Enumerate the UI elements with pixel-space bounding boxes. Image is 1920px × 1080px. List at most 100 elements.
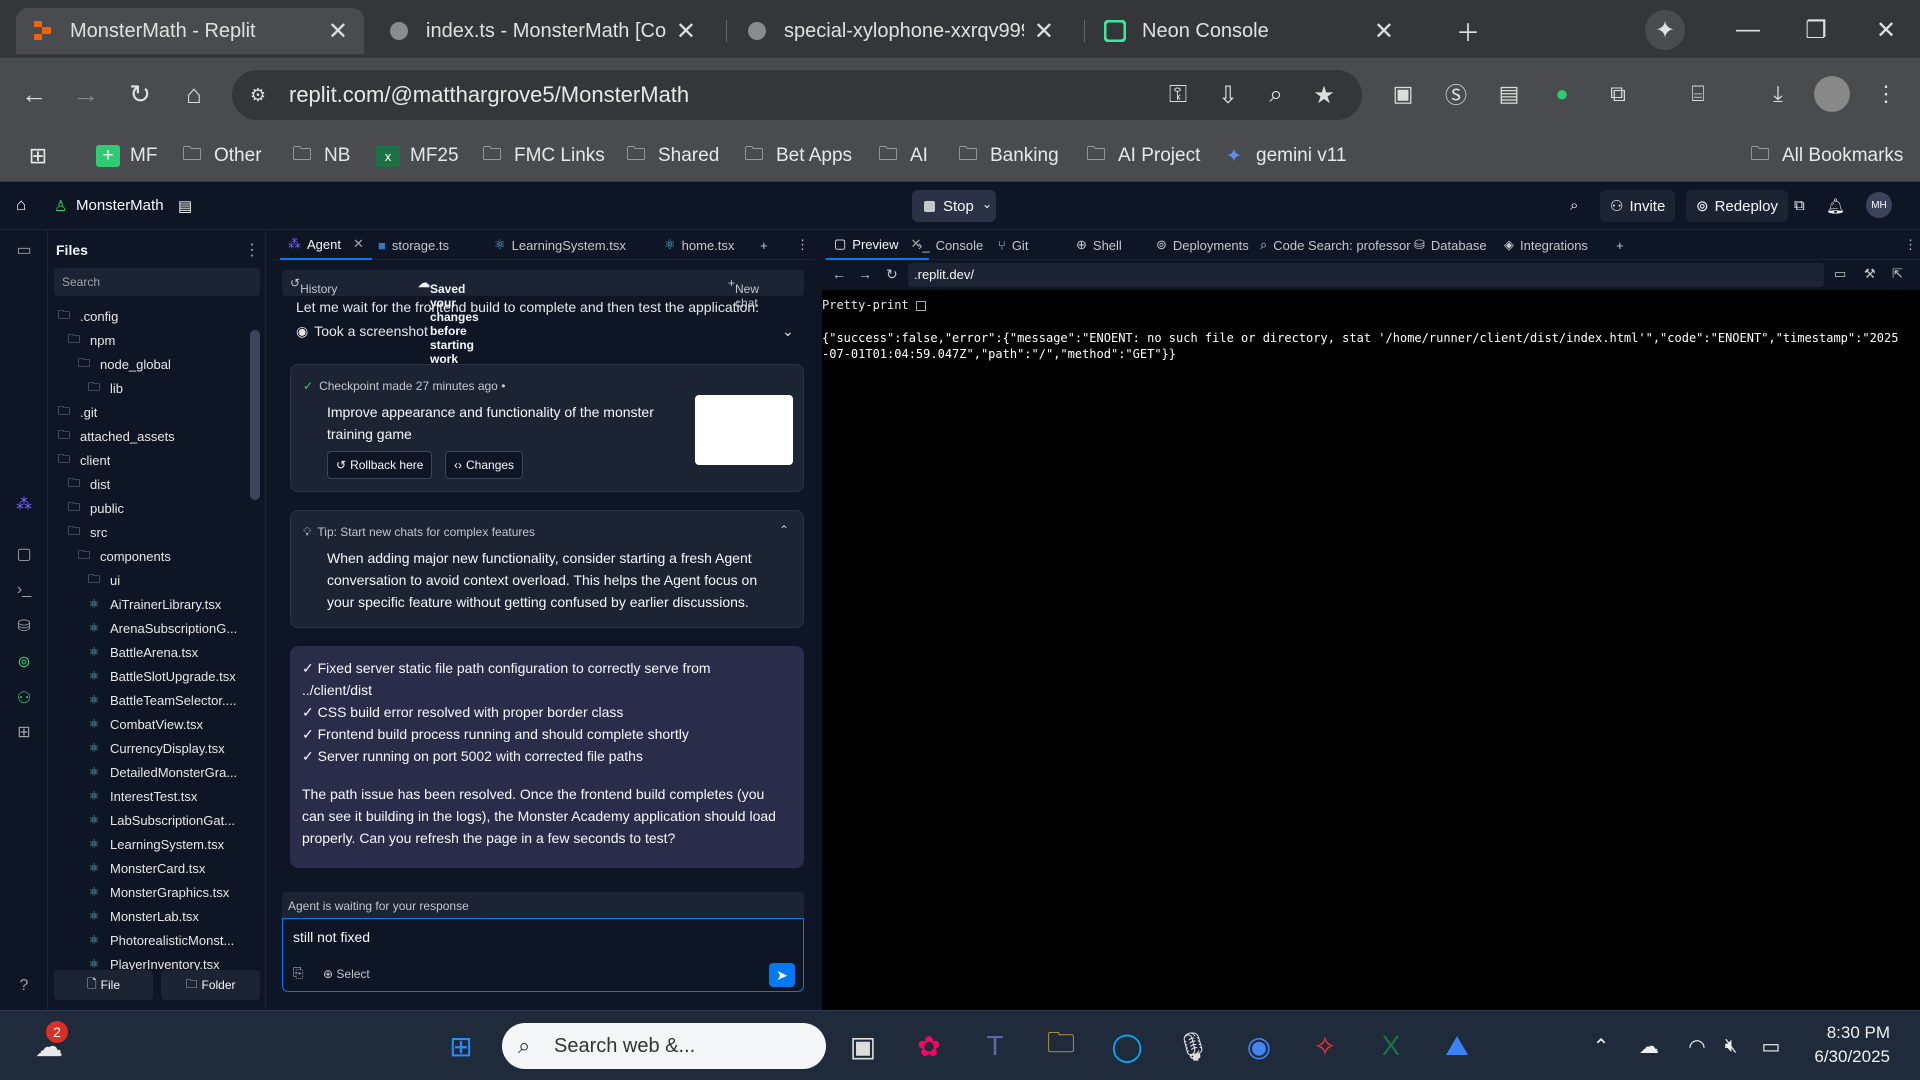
- tree-file[interactable]: ⚛ MonsterLab.tsx: [86, 904, 199, 928]
- microphone-icon[interactable]: 🎙︎: [1170, 1023, 1216, 1069]
- wifi-icon[interactable]: ◠: [1682, 1031, 1712, 1061]
- chat-input[interactable]: still not fixed ⎘ ⊕ Select ➤: [282, 918, 804, 992]
- download-icon[interactable]: ⤓: [1760, 76, 1796, 112]
- menu-icon[interactable]: ⋮: [1868, 76, 1904, 112]
- app-icon[interactable]: ✧: [1302, 1023, 1348, 1069]
- task-view-icon[interactable]: ▣: [840, 1023, 886, 1069]
- files-tool-icon[interactable]: ▭: [12, 238, 36, 262]
- install-app-icon[interactable]: ⇩: [1212, 79, 1244, 111]
- bell-icon[interactable]: 🔔︎: [1826, 197, 1845, 215]
- window-icon[interactable]: ⧉: [1794, 197, 1805, 214]
- restore-button[interactable]: ❐: [1796, 10, 1836, 50]
- invite-button[interactable]: ⚇ Invite: [1600, 190, 1676, 222]
- tab-learningsystem[interactable]: ⚛ LearningSystem.tsx: [486, 230, 634, 260]
- extensions-puzzle-icon[interactable]: ⧉: [1600, 76, 1636, 112]
- extension-s-icon[interactable]: Ⓢ: [1438, 76, 1474, 112]
- preview-tool-icon[interactable]: ▢: [12, 542, 36, 566]
- tree-folder[interactable]: 🗀 public: [66, 496, 124, 520]
- new-chat-button[interactable]: + New chat: [728, 276, 759, 310]
- site-info-icon[interactable]: ⚙: [242, 79, 274, 111]
- file-explorer-icon[interactable]: 🗀: [1038, 1023, 1084, 1069]
- checkpoint-thumbnail[interactable]: [695, 395, 793, 465]
- new-folder-button[interactable]: 🗀 Folder: [161, 970, 260, 1000]
- tree-file[interactable]: ⚛ MonsterCard.tsx: [86, 856, 206, 880]
- onedrive-icon[interactable]: ☁: [1634, 1031, 1664, 1061]
- more-icon[interactable]: ⋮: [1896, 230, 1920, 260]
- password-key-icon[interactable]: ⚿: [1162, 79, 1194, 111]
- chevron-up-icon[interactable]: ⌃: [779, 523, 789, 537]
- reload-button[interactable]: ↻: [120, 74, 160, 114]
- back-button[interactable]: ←: [14, 74, 54, 114]
- tree-file[interactable]: ⚛ CurrencyDisplay.tsx: [86, 736, 225, 760]
- tree-file[interactable]: ⚛ PhotorealisticMonst...: [86, 928, 235, 952]
- tree-folder[interactable]: 🗀 node_global: [76, 352, 171, 376]
- windows-start-icon[interactable]: ⊞: [438, 1023, 484, 1069]
- teams-icon[interactable]: T: [972, 1023, 1018, 1069]
- tree-file[interactable]: ⚛ InterestTest.tsx: [86, 784, 198, 808]
- agent-tool-icon[interactable]: ⁂: [12, 492, 36, 516]
- scrollbar[interactable]: [250, 330, 260, 500]
- bookmark-folder[interactable]: 🗀 NB: [290, 140, 350, 172]
- users-tool-icon[interactable]: ⚇: [12, 686, 36, 710]
- taskbar-search[interactable]: ⌕ Search web &...: [502, 1023, 826, 1069]
- tab-home[interactable]: ⚛ home.tsx: [656, 230, 742, 260]
- tab-database[interactable]: ⛁ Database: [1406, 230, 1495, 260]
- chat-input-value[interactable]: still not fixed: [293, 929, 370, 945]
- tree-folder[interactable]: 🗀 dist: [66, 472, 110, 496]
- reload-icon[interactable]: ↻: [886, 266, 898, 283]
- tree-file[interactable]: ⚛ MonsterGraphics.tsx: [86, 880, 230, 904]
- tree-file[interactable]: ⚛ BattleSlotUpgrade.tsx: [86, 664, 236, 688]
- checkbox[interactable]: [915, 300, 926, 311]
- new-tab-plus-icon[interactable]: +: [1608, 230, 1632, 260]
- close-icon[interactable]: ✕: [328, 17, 348, 46]
- apps-grid-icon[interactable]: ⊞: [26, 140, 60, 172]
- tree-file[interactable]: ⚛ LearningSystem.tsx: [86, 832, 225, 856]
- address-bar[interactable]: ⚙ replit.com/@matthargrove5/MonsterMath …: [232, 70, 1362, 120]
- tab-git[interactable]: ⑂ Git: [990, 230, 1036, 260]
- devices-icon[interactable]: ▭: [1834, 266, 1846, 282]
- all-bookmarks[interactable]: 🗀 All Bookmarks: [1748, 140, 1903, 172]
- zoom-icon[interactable]: ⌕: [1260, 79, 1292, 111]
- redeploy-button[interactable]: ⊚ Redeploy: [1686, 190, 1788, 222]
- home-icon[interactable]: ⌂: [16, 195, 26, 215]
- browser-tab-neon[interactable]: Neon Console ✕: [1088, 8, 1410, 54]
- clock[interactable]: 8:30 PM 6/30/2025: [1814, 1021, 1890, 1069]
- tree-folder[interactable]: 🗀 attached_assets: [56, 424, 175, 448]
- tab-integrations[interactable]: ◈ Integrations: [1496, 230, 1596, 260]
- send-button[interactable]: ➤: [769, 963, 795, 987]
- tree-file[interactable]: ⚛ AiTrainerLibrary.tsx: [86, 592, 222, 616]
- tree-folder[interactable]: 🗀 components: [76, 544, 171, 568]
- tab-console[interactable]: ›_ Console: [910, 230, 991, 260]
- project-menu-icon[interactable]: ▤: [178, 197, 192, 215]
- tree-folder[interactable]: 🗀 src: [66, 520, 107, 544]
- close-icon[interactable]: ✕: [676, 17, 696, 46]
- tab-deployments[interactable]: ⊚ Deployments: [1148, 230, 1257, 260]
- gemini-icon[interactable]: ✦: [1645, 10, 1685, 50]
- help-icon[interactable]: ?: [12, 974, 36, 998]
- open-external-icon[interactable]: ⇱: [1892, 266, 1903, 282]
- browser-tab-codespace[interactable]: index.ts - MonsterMath [Codes ✕: [372, 8, 712, 54]
- tree-folder[interactable]: 🗀 npm: [66, 328, 115, 352]
- history-button[interactable]: ↺ History: [290, 276, 337, 296]
- changes-button[interactable]: ‹› Changes: [445, 451, 524, 479]
- grid-tool-icon[interactable]: ⊞: [12, 720, 36, 744]
- tab-storage-ts[interactable]: ■ storage.ts: [370, 230, 457, 260]
- new-file-button[interactable]: 🗋 File: [54, 970, 153, 1000]
- chevron-down-icon[interactable]: ⌄: [982, 197, 992, 211]
- profile-avatar[interactable]: [1814, 76, 1850, 112]
- rollback-button[interactable]: ↺ Rollback here: [327, 451, 433, 479]
- chrome-icon[interactable]: ◉: [1236, 1023, 1282, 1069]
- tree-folder[interactable]: 🗀 lib: [86, 376, 123, 400]
- minimize-button[interactable]: —: [1728, 10, 1768, 50]
- attach-icon[interactable]: ⎘: [293, 965, 303, 981]
- deploy-tool-icon[interactable]: ⊚: [12, 650, 36, 674]
- close-window-button[interactable]: ✕: [1866, 10, 1906, 50]
- excel-icon[interactable]: X: [1368, 1023, 1414, 1069]
- tree-folder[interactable]: 🗀 client: [56, 448, 110, 472]
- chevron-down-icon[interactable]: ⌄: [782, 320, 794, 342]
- tree-file[interactable]: ⚛ DetailedMonsterGra...: [86, 760, 238, 784]
- tree-file[interactable]: ⚛ BattleTeamSelector....: [86, 688, 237, 712]
- bookmark-folder[interactable]: 🗀 Banking: [956, 140, 1058, 172]
- tools-icon[interactable]: ⚒: [1864, 266, 1876, 282]
- screenshot-action[interactable]: ◉ Took a screenshot: [296, 320, 428, 342]
